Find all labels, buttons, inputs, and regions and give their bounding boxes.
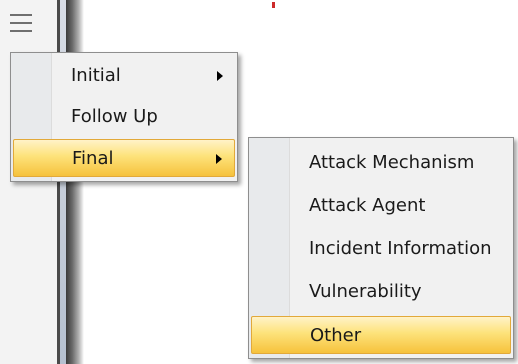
menu-item-label: Vulnerability [309, 281, 422, 302]
submenu-arrow-icon [216, 154, 222, 164]
menu-item-label: Initial [71, 65, 121, 86]
menu-item-final[interactable]: Final [13, 139, 235, 177]
submenu-item-other[interactable]: Other [251, 316, 511, 354]
menu-item-label: Attack Mechanism [309, 152, 475, 173]
hamburger-icon[interactable] [6, 10, 38, 38]
menu-item-label: Attack Agent [309, 195, 426, 216]
menu-item-initial[interactable]: Initial [13, 57, 235, 95]
submenu-item-incident-information[interactable]: Incident Information [251, 230, 511, 268]
red-marker [272, 2, 275, 8]
submenu-arrow-icon [217, 71, 223, 81]
menu-item-label: Other [310, 325, 362, 346]
submenu-item-vulnerability[interactable]: Vulnerability [251, 273, 511, 311]
final-submenu: Attack Mechanism Attack Agent Incident I… [248, 137, 514, 359]
submenu-item-attack-mechanism[interactable]: Attack Mechanism [251, 144, 511, 182]
menu-item-label: Final [72, 148, 114, 169]
context-menu: Initial Follow Up Final [10, 52, 238, 182]
menu-item-label: Incident Information [309, 238, 492, 259]
menu-item-label: Follow Up [71, 106, 158, 127]
submenu-item-attack-agent[interactable]: Attack Agent [251, 187, 511, 225]
menu-item-follow-up[interactable]: Follow Up [13, 98, 235, 136]
